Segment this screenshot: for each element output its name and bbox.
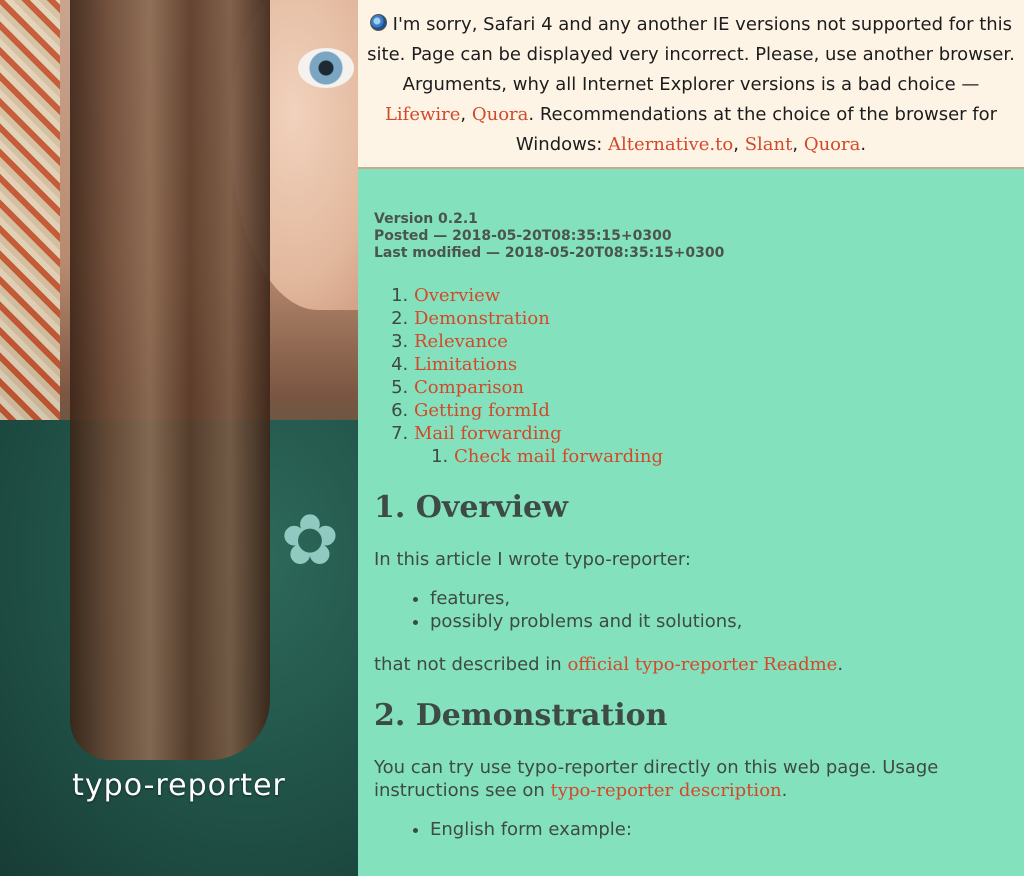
- overview-outro: that not described in official typo-repo…: [374, 653, 1008, 676]
- eye: [298, 48, 354, 88]
- demonstration-list: English form example:: [374, 818, 1008, 841]
- toc-link-comparison[interactable]: Comparison: [414, 377, 524, 398]
- toc-link-check-mail-forwarding[interactable]: Check mail forwarding: [454, 446, 663, 467]
- heading-demonstration: 2. Demonstration: [374, 698, 668, 733]
- toc-item: Overview: [414, 284, 1008, 307]
- link-slant[interactable]: Slant: [745, 134, 793, 155]
- toc-sublist: Check mail forwarding: [414, 445, 1008, 468]
- article: Version 0.2.1 Posted — 2018-05-20T08:35:…: [358, 169, 1024, 841]
- plant-embroidery-icon: ✿: [280, 499, 340, 581]
- warning-text: I'm sorry, Safari 4 and any another IE v…: [367, 14, 1015, 95]
- heading-overview: 1. Overview: [374, 490, 568, 525]
- posted-date: Posted — 2018-05-20T08:35:15+0300: [374, 228, 672, 244]
- browser-warning: I'm sorry, Safari 4 and any another IE v…: [358, 0, 1024, 169]
- toc-link-demonstration[interactable]: Demonstration: [414, 308, 550, 329]
- toc-link-getting-formid[interactable]: Getting formId: [414, 400, 550, 421]
- demonstration-text: You can try use typo-reporter directly o…: [374, 756, 1008, 802]
- toc-item: Demonstration: [414, 307, 1008, 330]
- description-link[interactable]: typo-reporter description: [551, 780, 782, 801]
- hair: [70, 0, 270, 760]
- toc-subitem: Check mail forwarding: [454, 445, 1008, 468]
- header-photo: ✿ typo-reporter: [0, 0, 358, 876]
- toc-link-overview[interactable]: Overview: [414, 285, 500, 306]
- readme-link[interactable]: official typo-reporter Readme: [567, 654, 837, 675]
- link-alternative-to[interactable]: Alternative.to: [608, 134, 733, 155]
- toc-link-relevance[interactable]: Relevance: [414, 331, 508, 352]
- wall-pattern: [0, 0, 60, 420]
- table-of-contents: Overview Demonstration Relevance Limitat…: [374, 284, 1008, 468]
- toc-item: Getting formId: [414, 399, 1008, 422]
- end-punct: .: [860, 134, 867, 155]
- link-quora-2[interactable]: Quora: [804, 134, 861, 155]
- toc-item: Limitations: [414, 353, 1008, 376]
- outro-text: that not described in: [374, 654, 562, 675]
- modified-date: Last modified — 2018-05-20T08:35:15+0300: [374, 245, 725, 261]
- site-title[interactable]: typo-reporter: [0, 768, 358, 803]
- toc-link-mail-forwarding[interactable]: Mail forwarding: [414, 423, 562, 444]
- separator: ,: [733, 134, 739, 155]
- list-item: features,: [430, 587, 1008, 610]
- version: Version 0.2.1: [374, 211, 478, 227]
- overview-list: features, possibly problems and it solut…: [374, 587, 1008, 633]
- link-quora[interactable]: Quora: [472, 104, 529, 125]
- toc-item: Mail forwarding Check mail forwarding: [414, 422, 1008, 468]
- separator: ,: [460, 104, 467, 125]
- separator: ,: [792, 134, 799, 155]
- list-item: possibly problems and it solutions,: [430, 610, 1008, 633]
- toc-link-limitations[interactable]: Limitations: [414, 354, 517, 375]
- toc-item: Comparison: [414, 376, 1008, 399]
- overview-intro: In this article I wrote typo-reporter:: [374, 549, 691, 570]
- toc-item: Relevance: [414, 330, 1008, 353]
- end-punct: .: [837, 654, 844, 675]
- link-lifewire[interactable]: Lifewire: [385, 104, 460, 125]
- post-meta: Version 0.2.1 Posted — 2018-05-20T08:35:…: [374, 211, 1008, 262]
- main-content: I'm sorry, Safari 4 and any another IE v…: [358, 0, 1024, 876]
- end-punct: .: [781, 780, 788, 801]
- globe-icon: [369, 14, 387, 31]
- list-item: English form example:: [430, 818, 1008, 841]
